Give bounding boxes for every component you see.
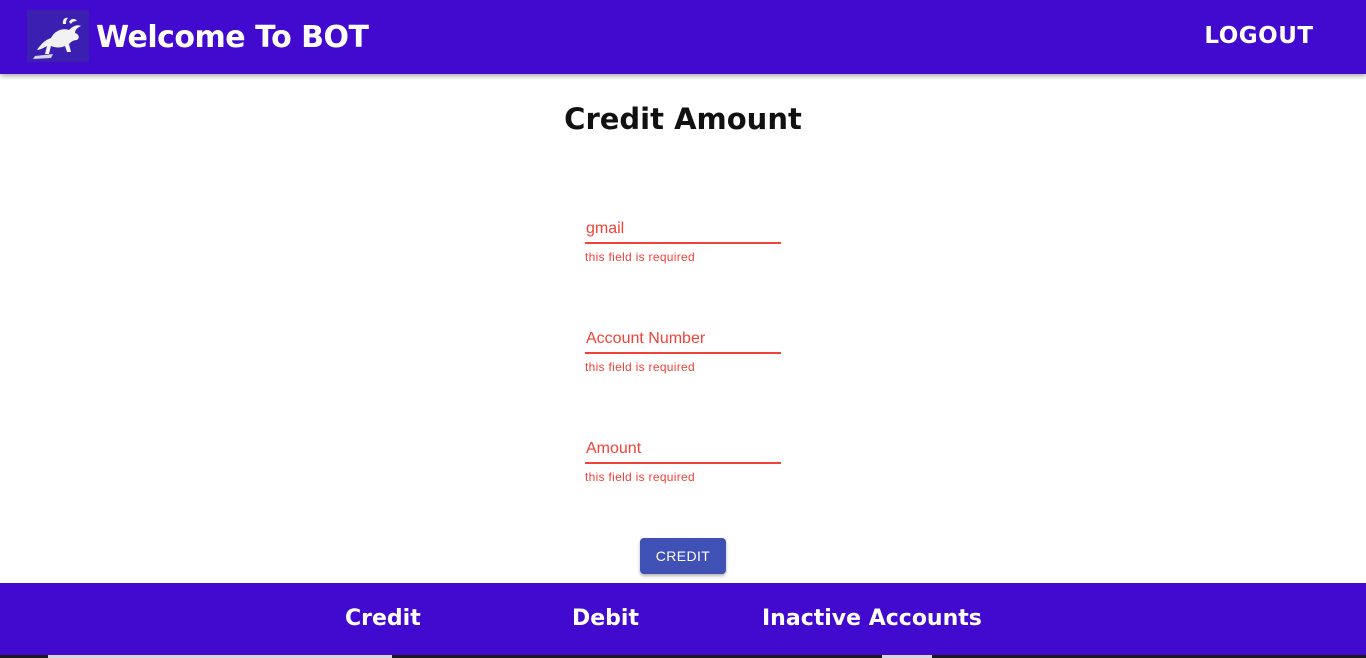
bull-logo-icon [27,10,89,62]
account-number-error-text: this field is required [585,360,695,374]
app-title: Welcome To BOT [96,20,369,55]
nav-link-inactive-accounts[interactable]: Inactive Accounts [762,605,982,633]
logout-button[interactable]: LOGOUT [1192,18,1326,54]
amount-input[interactable] [585,436,781,464]
nav-link-credit[interactable]: Credit [345,605,421,633]
account-number-field: this field is required [585,326,781,374]
app-header: Welcome To BOT LOGOUT [0,0,1366,74]
amount-error-text: this field is required [585,470,695,484]
bottom-nav: Credit Debit Inactive Accounts [0,583,1366,655]
credit-submit-button[interactable]: CREDIT [640,538,726,574]
gmail-input[interactable] [585,216,781,244]
page-title: Credit Amount [564,102,802,136]
gmail-error-text: this field is required [585,250,695,264]
gmail-field: this field is required [585,216,781,264]
amount-field: this field is required [585,436,781,484]
nav-link-debit[interactable]: Debit [572,605,639,633]
account-number-input[interactable] [585,326,781,354]
